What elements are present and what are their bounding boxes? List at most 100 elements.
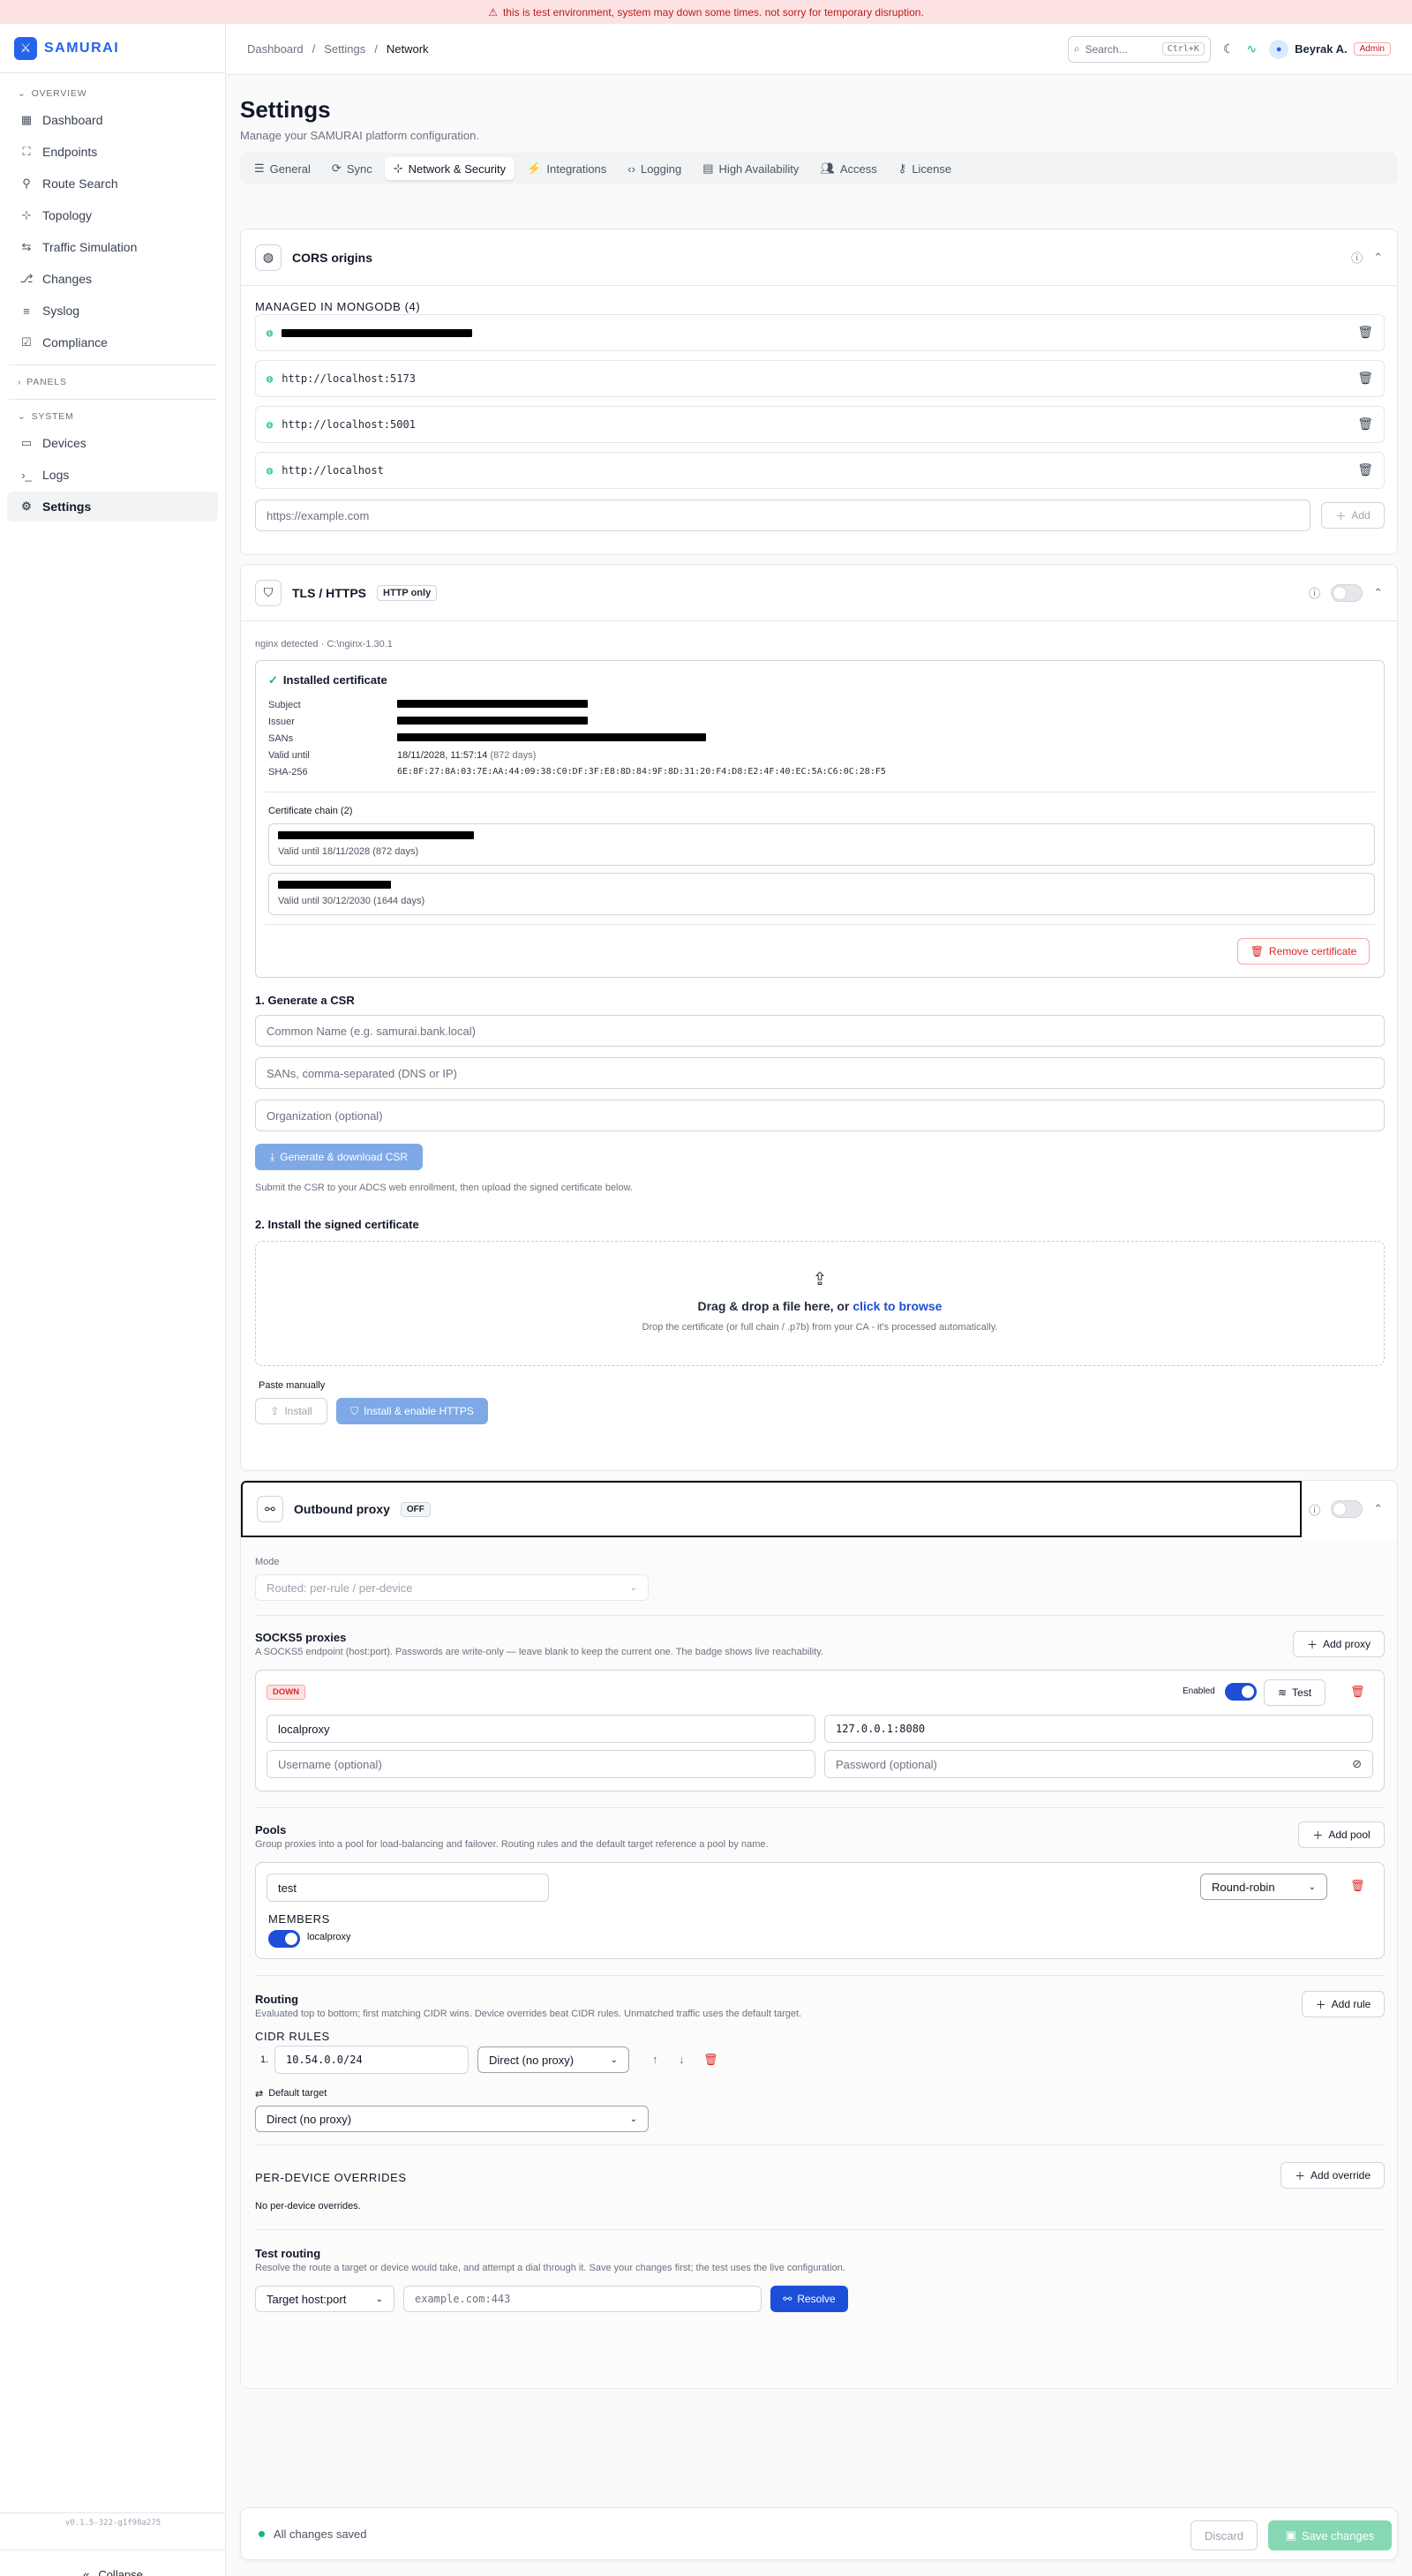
trash-icon[interactable]: 🗑︎	[703, 2053, 718, 2067]
cert-issuer: Issuer	[268, 717, 588, 727]
sidebar-section-panels[interactable]: › PANELS	[0, 372, 225, 392]
sidebar-item-compliance[interactable]: ☑ Compliance	[7, 327, 218, 357]
proxy-address-input[interactable]: 127.0.0.1:8080	[824, 1715, 1373, 1743]
arrow-down-icon[interactable]: ↓	[679, 2053, 685, 2066]
username-input[interactable]: Username (optional)	[267, 1750, 815, 1778]
rule-target-select[interactable]: Direct (no proxy) ⌄	[477, 2047, 629, 2073]
certificate-dropzone[interactable]: ⇪ Drag & drop a file here, or click to b…	[255, 1241, 1385, 1366]
test-type-select[interactable]: Target host:port ⌄	[255, 2286, 394, 2312]
add-pool-button[interactable]: ＋ Add pool	[1298, 1821, 1385, 1848]
remove-certificate-button[interactable]: 🗑︎ Remove certificate	[1237, 938, 1370, 965]
check-circle-icon: ✓	[268, 673, 278, 687]
field-label: SANs	[268, 733, 294, 744]
add-override-button[interactable]: ＋ Add override	[1281, 2162, 1385, 2189]
member-toggle[interactable]	[268, 1930, 300, 1948]
field-label: Subject	[268, 700, 301, 710]
search-button[interactable]: ⌕ Search... Ctrl+K	[1067, 35, 1211, 63]
tls-toggle[interactable]	[1331, 583, 1363, 602]
collapse-button[interactable]: « Collapse	[0, 2550, 226, 2576]
info-icon[interactable]: ⓘ	[1351, 249, 1363, 266]
sidebar-item-syslog[interactable]: ≡ Syslog	[7, 296, 218, 326]
sidebar-item-logs[interactable]: ›_ Logs	[7, 460, 218, 490]
sidebar-section-overview[interactable]: ⌄ OVERVIEW	[0, 84, 225, 103]
trash-icon[interactable]: 🗑︎	[1357, 463, 1373, 477]
install-button[interactable]: ⇪ Install	[255, 1398, 327, 1424]
common-name-input[interactable]: Common Name (e.g. samurai.bank.local)	[255, 1015, 1385, 1047]
add-origin-button[interactable]: ＋ Add	[1321, 502, 1385, 529]
eye-off-icon[interactable]: ⊘	[1352, 1757, 1362, 1771]
discard-button[interactable]: Discard	[1190, 2520, 1258, 2550]
tab-license[interactable]: ⚷ License	[890, 157, 960, 180]
organization-input[interactable]: Organization (optional)	[255, 1100, 1385, 1131]
arrow-up-icon[interactable]: ↑	[652, 2053, 658, 2066]
search-shortcut: Ctrl+K	[1161, 42, 1205, 56]
moon-icon[interactable]: ☾	[1223, 41, 1235, 56]
trash-icon[interactable]: 🗑︎	[1350, 1879, 1365, 1893]
sidebar-item-changes[interactable]: ⎇ Changes	[7, 264, 218, 294]
sidebar-item-traffic-simulation[interactable]: ⇆ Traffic Simulation	[7, 232, 218, 262]
tab-access[interactable]: 👥︎ Access	[811, 157, 885, 180]
pool-strategy-select[interactable]: Round-robin ⌄	[1200, 1874, 1327, 1900]
tab-general[interactable]: ☰ General	[245, 157, 319, 180]
tab-label: Logging	[640, 161, 682, 176]
browse-link[interactable]: click to browse	[852, 1299, 942, 1313]
select-value: Direct (no proxy)	[267, 2112, 352, 2126]
trash-icon[interactable]: 🗑︎	[1350, 1685, 1365, 1699]
download-icon: ⤓	[269, 1150, 275, 1163]
gear-icon: ⚙	[21, 499, 32, 513]
trash-icon[interactable]: 🗑︎	[1357, 372, 1373, 386]
origin-row: ◍ http://localhost:5001 🗑︎	[255, 406, 1385, 443]
sidebar-item-devices[interactable]: ▭ Devices	[7, 428, 218, 458]
pool-name-input[interactable]: test	[267, 1874, 549, 1902]
tls-card-header[interactable]: ⛉ TLS / HTTPS HTTP only ⓘ ⌃	[241, 565, 1397, 621]
proxy-toggle[interactable]	[1331, 1500, 1363, 1518]
tab-label: High Availability	[718, 161, 800, 176]
add-proxy-button[interactable]: ＋ Add proxy	[1293, 1631, 1385, 1657]
rule-cidr-input[interactable]: 10.54.0.0/24	[274, 2046, 469, 2074]
brand[interactable]: ⚔ SAMURAI	[0, 24, 225, 73]
mode-select[interactable]: Routed: per-rule / per-device ⌄	[255, 1574, 649, 1601]
sidebar-item-topology[interactable]: ⊹ Topology	[7, 200, 218, 230]
save-bar: All changes saved Discard ▣ Save changes	[240, 2507, 1398, 2560]
sidebar-item-route-search[interactable]: ⚲ Route Search	[7, 169, 218, 199]
sidebar-item-dashboard[interactable]: ▦ Dashboard	[7, 105, 218, 135]
user-menu[interactable]: ● Beyrak A. Admin	[1269, 39, 1391, 59]
breadcrumb-dashboard[interactable]: Dashboard	[247, 42, 304, 56]
tab-sync[interactable]: ⟳ Sync	[323, 157, 381, 180]
sidebar-item-endpoints[interactable]: ⛶ Endpoints	[7, 137, 218, 167]
proxy-name-input[interactable]: localproxy	[267, 1715, 815, 1743]
tab-network-security[interactable]: ⊹ Network & Security	[384, 157, 515, 180]
chevron-up-icon[interactable]: ⌃	[1373, 1502, 1383, 1516]
tab-logging[interactable]: ‹› Logging	[619, 157, 690, 180]
activity-icon[interactable]: ∿	[1246, 41, 1257, 56]
install-enable-https-button[interactable]: ⛉ Install & enable HTTPS	[336, 1398, 488, 1424]
resolve-button[interactable]: ⚯ Resolve	[770, 2286, 848, 2312]
generate-csr-button[interactable]: ⤓ Generate & download CSR	[255, 1144, 423, 1170]
info-icon[interactable]: ⓘ	[1309, 584, 1320, 601]
origin-input[interactable]: https://example.com	[255, 499, 1311, 531]
cors-card-header[interactable]: ◍ CORS origins ⓘ ⌃	[241, 229, 1397, 286]
sidebar-section-system[interactable]: ⌄ SYSTEM	[0, 407, 225, 426]
proxy-card-header[interactable]: ⚯ Outbound proxy OFF	[241, 1481, 1302, 1537]
info-icon[interactable]: ⓘ	[1309, 1501, 1320, 1518]
breadcrumb-settings[interactable]: Settings	[324, 42, 365, 56]
tab-integrations[interactable]: ⚡ Integrations	[518, 157, 615, 180]
chevron-down-icon: ⌄	[629, 2114, 637, 2124]
chevron-down-icon: ⌄	[18, 411, 26, 422]
trash-icon[interactable]: 🗑︎	[1357, 326, 1373, 340]
test-target-input[interactable]: example.com:443	[403, 2286, 762, 2312]
paste-manually-label[interactable]: Paste manually	[259, 1380, 325, 1391]
add-rule-button[interactable]: ＋ Add rule	[1302, 1991, 1385, 2017]
password-input[interactable]: Password (optional) ⊘	[824, 1750, 1373, 1778]
save-changes-button[interactable]: ▣ Save changes	[1268, 2520, 1392, 2550]
trash-icon[interactable]: 🗑︎	[1357, 417, 1373, 432]
sidebar-item-settings[interactable]: ⚙ Settings	[7, 492, 218, 522]
proxy-enabled-toggle[interactable]	[1225, 1683, 1257, 1701]
test-proxy-button[interactable]: ≋ Test	[1264, 1679, 1326, 1706]
default-target-select[interactable]: Direct (no proxy) ⌄	[255, 2106, 649, 2132]
chevron-up-icon[interactable]: ⌃	[1373, 251, 1383, 265]
sans-input[interactable]: SANs, comma-separated (DNS or IP)	[255, 1057, 1385, 1089]
chevron-up-icon[interactable]: ⌃	[1373, 586, 1383, 600]
pool-entry: test Round-robin ⌄ 🗑︎ MEMBERS localproxy	[255, 1862, 1385, 1959]
tab-high-availability[interactable]: ▤ High Availability	[694, 157, 807, 180]
